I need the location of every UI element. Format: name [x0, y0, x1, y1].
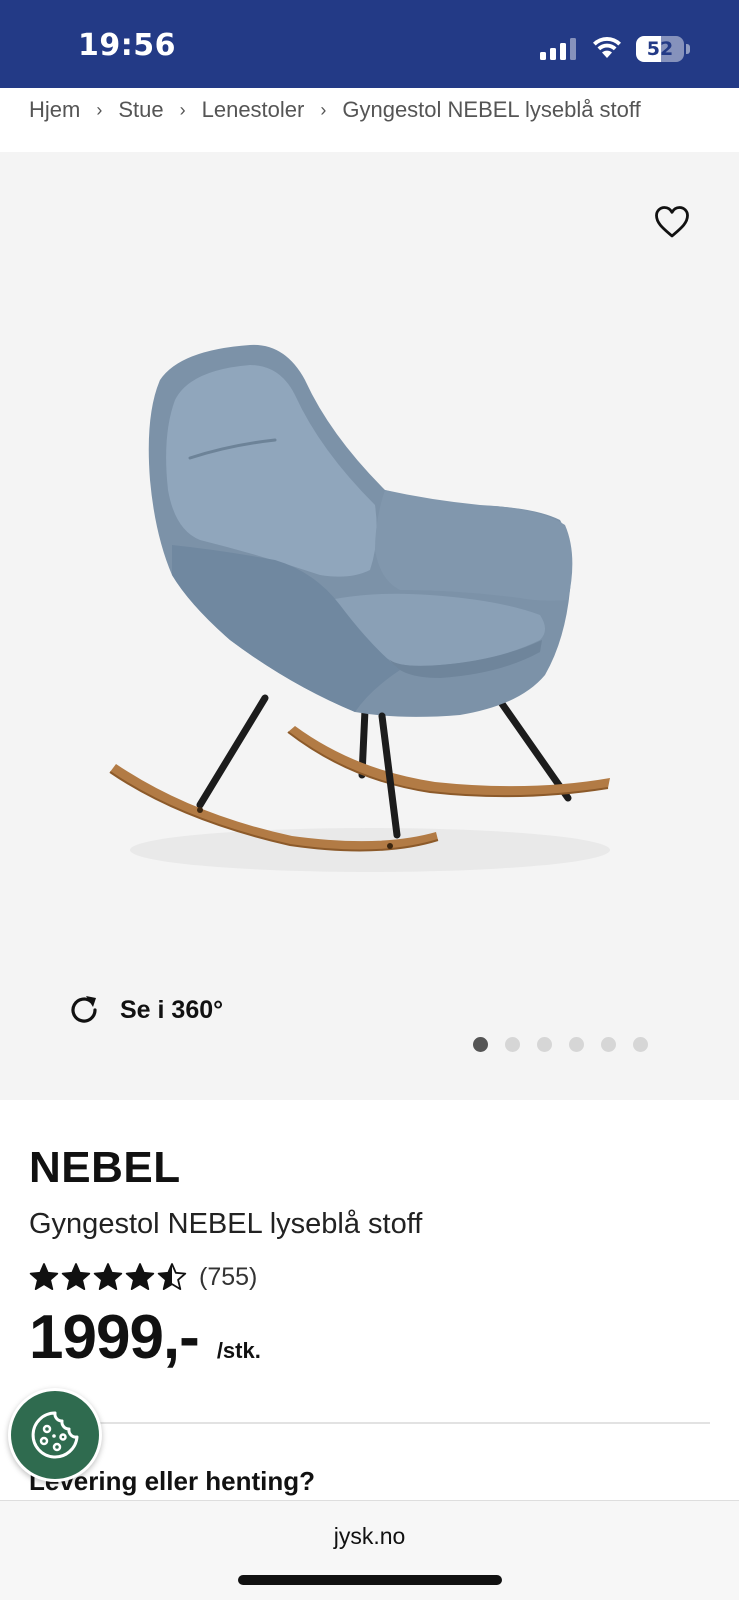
rotate-icon: [71, 996, 97, 1023]
battery-percent: 52: [646, 38, 674, 60]
chevron-right-icon: ›: [179, 99, 186, 120]
review-count: (755): [199, 1262, 258, 1291]
product-brand: NEBEL: [29, 1143, 181, 1192]
breadcrumb: Hjem › Stue › Lenestoler › Gyngestol NEB…: [29, 94, 641, 126]
pagination-dot[interactable]: [633, 1037, 648, 1052]
chevron-right-icon: ›: [96, 99, 103, 120]
wifi-icon: [593, 36, 621, 58]
rating-stars: [29, 1262, 189, 1292]
star-half-icon: [157, 1263, 187, 1290]
browser-url-bar[interactable]: jysk.no: [0, 1500, 739, 1600]
view-360-label: Se i 360°: [120, 995, 224, 1024]
status-bar: 19:56 52: [0, 0, 739, 88]
pagination-dot[interactable]: [601, 1037, 616, 1052]
pagination-dot[interactable]: [505, 1037, 520, 1052]
cookie-icon: [31, 1411, 79, 1459]
gallery-pagination: [473, 1037, 665, 1052]
url-text[interactable]: jysk.no: [0, 1523, 739, 1550]
price-unit: /stk.: [216, 1338, 261, 1363]
breadcrumb-item-lenestoler[interactable]: Lenestoler: [202, 97, 305, 123]
breadcrumb-item-stue[interactable]: Stue: [118, 97, 163, 123]
product-name: Gyngestol NEBEL lyseblå stoff: [29, 1208, 423, 1240]
battery-indicator: 52: [636, 36, 690, 62]
star-full-icon: [93, 1263, 123, 1290]
price-amount: 1999,-: [29, 1303, 200, 1372]
pagination-dot[interactable]: [473, 1037, 488, 1052]
cellular-signal-icon: [540, 38, 576, 60]
cookie-settings-button[interactable]: [8, 1388, 102, 1482]
product-rating[interactable]: (755): [29, 1262, 257, 1292]
pagination-dot[interactable]: [569, 1037, 584, 1052]
star-full-icon: [61, 1263, 91, 1290]
breadcrumb-item-hjem[interactable]: Hjem: [29, 97, 80, 123]
heart-outline-icon[interactable]: [654, 205, 690, 239]
product-price: 1999,- /stk.: [29, 1302, 261, 1373]
star-full-icon: [125, 1263, 155, 1290]
breadcrumb-item-current: Gyngestol NEBEL lyseblå stoff: [342, 97, 641, 122]
status-time: 19:56: [78, 28, 176, 63]
view-360-button[interactable]: Se i 360°: [66, 992, 223, 1028]
home-indicator[interactable]: [238, 1575, 502, 1585]
chevron-right-icon: ›: [320, 99, 327, 120]
product-image: [109, 344, 610, 872]
divider: [29, 1422, 710, 1424]
pagination-dot[interactable]: [537, 1037, 552, 1052]
star-full-icon: [29, 1263, 59, 1290]
